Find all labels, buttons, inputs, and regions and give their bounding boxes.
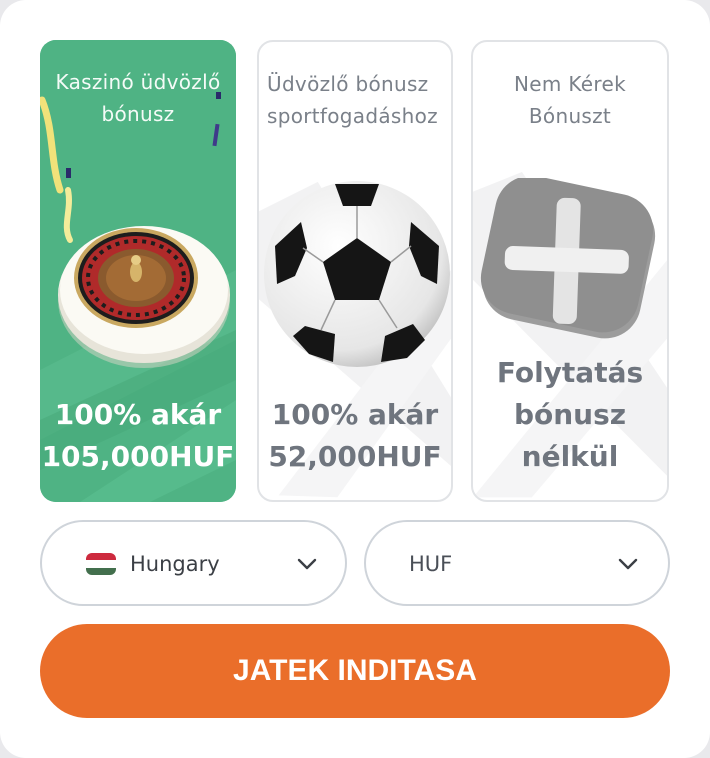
- card-amount: 100% akár 52,000HUF: [268, 398, 442, 473]
- card-title: Üdvözlő bónusz sportfogadáshoz: [267, 72, 438, 128]
- country-select[interactable]: Hungary: [40, 520, 347, 606]
- chevron-down-icon: [618, 558, 638, 570]
- chevron-down-icon: [297, 558, 317, 570]
- sport-bonus-card[interactable]: Üdvözlő bónusz sportfogadáshoz 100% akár…: [257, 40, 453, 502]
- currency-select-value: HUF: [409, 552, 453, 576]
- casino-bonus-card[interactable]: Kaszinó üdvözlő bónusz 100% akár 105,000…: [40, 40, 236, 502]
- card-title: Nem Kérek Bónuszt: [514, 72, 626, 128]
- start-game-button[interactable]: JATEK INDITASA: [40, 624, 670, 718]
- hungary-flag-icon: [86, 553, 116, 575]
- soccer-ball-image: [264, 181, 450, 367]
- no-bonus-card[interactable]: Nem Kérek Bónuszt Folytatás bónusz nélkü…: [471, 40, 669, 502]
- card-amount: 100% akár 105,000HUF: [41, 398, 235, 473]
- currency-select[interactable]: HUF: [364, 520, 670, 606]
- close-x-icon: [480, 178, 656, 339]
- roulette-wheel-image: [58, 226, 230, 368]
- country-select-value: Hungary: [130, 552, 220, 576]
- bonus-panel: Kaszinó üdvözlő bónusz 100% akár 105,000…: [0, 0, 710, 758]
- card-title: Kaszinó üdvözlő bónusz: [55, 70, 221, 126]
- card-amount: Folytatás bónusz nélkül: [496, 356, 644, 473]
